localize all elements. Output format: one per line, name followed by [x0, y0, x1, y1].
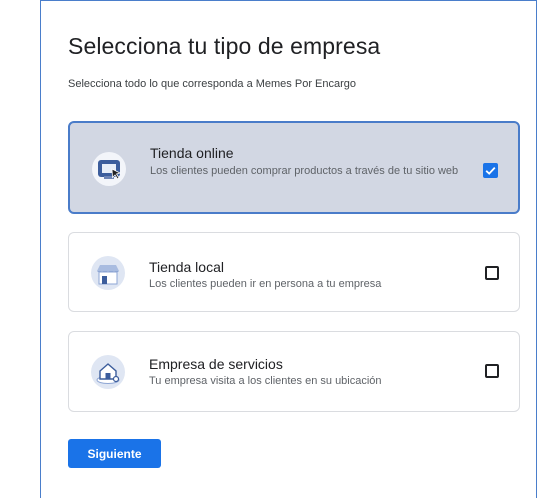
next-button[interactable]: Siguiente	[68, 439, 161, 468]
checkbox-local-store[interactable]	[485, 266, 499, 280]
page-subtitle: Selecciona todo lo que corresponda a Mem…	[68, 78, 357, 90]
option-description: Los clientes pueden ir en persona a tu e…	[149, 278, 382, 290]
option-title: Tienda online	[150, 145, 234, 161]
option-card-service-business[interactable]: Empresa de servicios Tu empresa visita a…	[68, 331, 520, 412]
option-card-local-store[interactable]: Tienda local Los clientes pueden ir en p…	[68, 232, 520, 312]
option-title: Empresa de servicios	[149, 356, 283, 372]
service-area-icon	[91, 355, 125, 389]
page-title: Selecciona tu tipo de empresa	[68, 33, 381, 59]
option-description: Los clientes pueden comprar productos a …	[150, 165, 459, 177]
checkbox-service-business[interactable]	[485, 364, 499, 378]
check-icon	[485, 166, 496, 175]
online-store-icon	[92, 152, 126, 186]
option-card-online-store[interactable]: Tienda online Los clientes pueden compra…	[68, 121, 520, 214]
checkbox-online-store[interactable]	[483, 163, 498, 178]
option-description: Tu empresa visita a los clientes en su u…	[149, 375, 382, 387]
option-title: Tienda local	[149, 259, 224, 275]
storefront-icon	[91, 256, 125, 290]
